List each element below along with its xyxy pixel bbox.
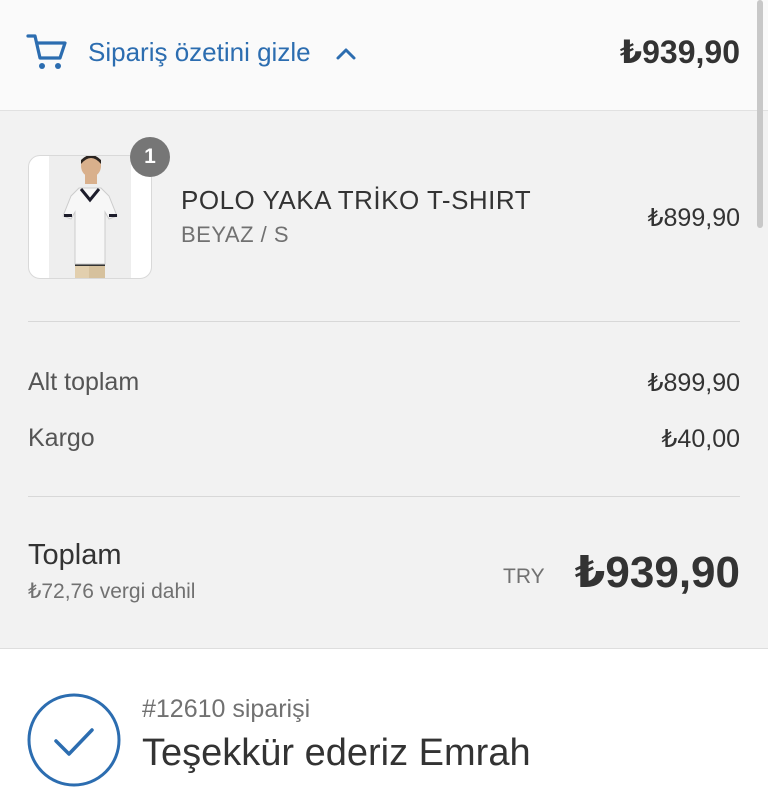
scrollbar[interactable] xyxy=(757,0,763,228)
subtotal-label: Alt toplam xyxy=(28,368,140,396)
divider xyxy=(28,321,740,322)
order-summary-toggle-bar[interactable]: Sipariş özetini gizle ₺939,90 xyxy=(0,0,768,111)
total-label: Toplam xyxy=(28,539,122,571)
grand-total: ₺939,90 xyxy=(574,548,740,597)
product-image xyxy=(28,155,152,279)
tax-note: ₺72,76 vergi dahil xyxy=(28,580,196,603)
quantity-badge: 1 xyxy=(130,137,170,177)
check-circle-icon xyxy=(27,693,121,787)
product-photo xyxy=(49,156,131,278)
product-variant: BEYAZ / S xyxy=(181,222,290,247)
cart-icon xyxy=(26,34,67,69)
thank-you-heading: Teşekkür ederiz Emrah xyxy=(142,732,531,774)
order-summary-panel: 1 POLO YAKA TRİKO T-SHIRT BEYAZ / S ₺899… xyxy=(0,111,768,649)
header-order-total: ₺939,90 xyxy=(619,34,740,70)
currency-code: TRY xyxy=(503,565,545,588)
shipping-label: Kargo xyxy=(28,424,95,452)
hide-summary-toggle[interactable]: Sipariş özetini gizle xyxy=(88,37,311,68)
product-price: ₺899,90 xyxy=(647,204,740,232)
divider xyxy=(28,496,740,497)
product-name: POLO YAKA TRİKO T-SHIRT xyxy=(181,185,532,215)
shipping-value: ₺40,00 xyxy=(661,425,740,453)
subtotal-value: ₺899,90 xyxy=(647,369,740,397)
chevron-up-icon xyxy=(336,48,356,60)
order-number: #12610 siparişi xyxy=(142,695,311,723)
